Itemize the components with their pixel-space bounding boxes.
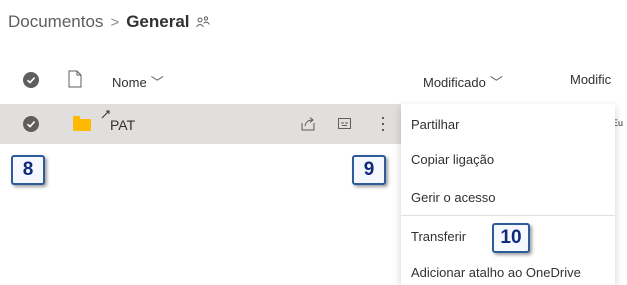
- more-vertical-icon[interactable]: [380, 114, 386, 134]
- callout-badge: 8: [11, 155, 45, 185]
- callout-badge: 9: [352, 155, 386, 185]
- breadcrumb-current: General: [126, 12, 190, 31]
- menu-item-add-shortcut-onedrive[interactable]: Adicionar atalho ao OneDrive: [411, 265, 581, 280]
- folder-icon: [73, 116, 91, 131]
- file-type-icon[interactable]: [68, 70, 82, 88]
- column-header-row: Nome ﹀ Modificado ﹀ Modific: [0, 62, 627, 98]
- new-item-sparkle-icon: [101, 110, 110, 119]
- callout-badge: 10: [492, 223, 530, 253]
- context-menu: Partilhar Copiar ligação Gerir o acesso …: [401, 104, 615, 285]
- row-select-check-icon[interactable]: [23, 116, 39, 132]
- share-icon[interactable]: [300, 116, 316, 132]
- breadcrumb: Documentos > General: [8, 10, 210, 34]
- column-name-header[interactable]: Nome ﹀: [112, 72, 164, 91]
- menu-item-manage-access[interactable]: Gerir o acesso: [411, 190, 496, 205]
- menu-item-share[interactable]: Partilhar: [411, 117, 459, 132]
- column-modified-header[interactable]: Modificado ﹀: [423, 72, 503, 91]
- chevron-down-icon: ﹀: [489, 75, 503, 90]
- select-all-check-icon[interactable]: [23, 72, 39, 88]
- menu-item-download[interactable]: Transferir: [411, 229, 466, 244]
- column-name-label: Nome: [112, 75, 147, 90]
- link-icon[interactable]: [337, 116, 353, 132]
- column-modified-label: Modificado: [423, 75, 486, 90]
- breadcrumb-separator: >: [110, 13, 120, 31]
- row-name-link[interactable]: PAT: [110, 117, 135, 133]
- chevron-down-icon: ﹀: [150, 75, 164, 90]
- menu-item-copy-link[interactable]: Copiar ligação: [411, 152, 494, 167]
- breadcrumb-root-link[interactable]: Documentos: [8, 12, 103, 32]
- menu-divider: [401, 215, 615, 216]
- people-share-icon[interactable]: [195, 15, 210, 29]
- column-modified-by-header[interactable]: Modific: [570, 72, 627, 87]
